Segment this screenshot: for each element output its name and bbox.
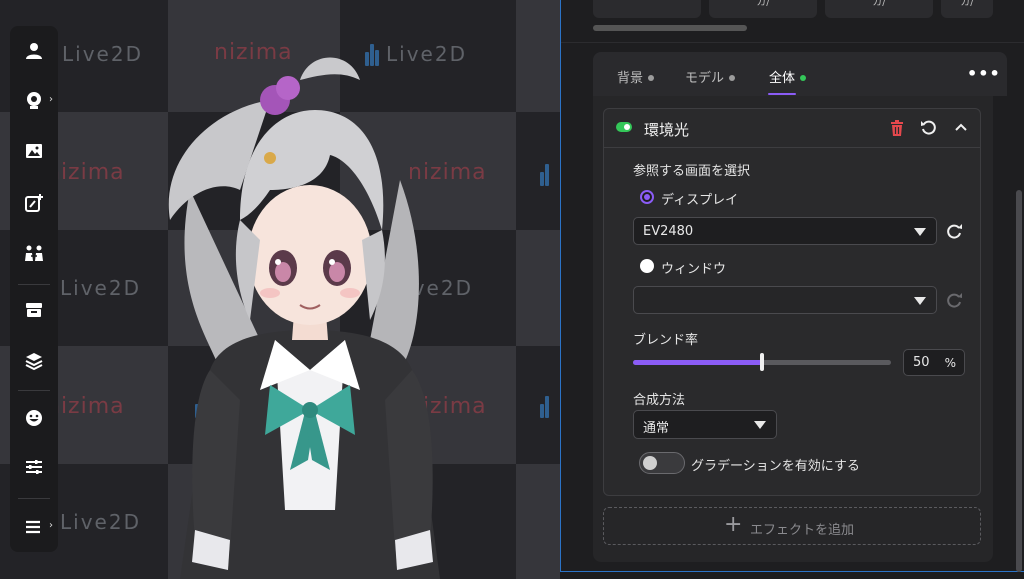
vertical-scrollbar-thumb[interactable] <box>1016 190 1022 572</box>
section-divider <box>561 42 1024 43</box>
display-radio-label: ディスプレイ <box>661 193 739 208</box>
left-toolbar: › › <box>10 26 58 552</box>
blend-rate-input[interactable]: 50 % <box>903 349 965 376</box>
effect-scope-tabs: 背景 モデル 全体 <box>593 52 1007 96</box>
status-dot <box>648 74 655 81</box>
toolbar-expression-button[interactable] <box>10 398 58 438</box>
live2d-watermark: Live2D <box>62 42 143 66</box>
dropdown-caret-icon <box>754 421 766 429</box>
status-dot <box>729 74 736 81</box>
tab-model[interactable]: モデル <box>685 67 736 86</box>
preset-card[interactable]: ガ/ <box>941 0 993 18</box>
toolbar-divider <box>18 498 50 499</box>
status-dot <box>800 74 807 81</box>
refresh-icon[interactable] <box>945 291 963 309</box>
add-effect-button[interactable]: + エフェクトを追加 <box>603 507 981 545</box>
window-radio[interactable] <box>640 259 654 273</box>
toolbar-add-item-button[interactable] <box>10 183 58 223</box>
more-options-button[interactable]: ••• <box>967 64 1001 83</box>
trash-icon[interactable] <box>888 119 906 137</box>
tab-background[interactable]: 背景 <box>617 67 655 86</box>
window-select[interactable] <box>633 286 937 314</box>
card-divider <box>604 147 980 148</box>
plus-icon: + <box>724 512 743 537</box>
preset-card[interactable] <box>593 0 701 18</box>
image-icon <box>26 144 42 158</box>
anime-character-model[interactable] <box>150 40 470 579</box>
chevron-up-icon[interactable] <box>952 119 970 137</box>
composite-method-value: 通常 <box>643 421 670 436</box>
toolbar-divider <box>18 284 50 285</box>
preset-card-label: ガ/ <box>756 0 770 8</box>
toolbar-webcam-button[interactable]: › <box>10 81 58 121</box>
toolbar-user-button[interactable] <box>10 31 58 71</box>
live2d-logo-icon <box>540 396 554 418</box>
screen-source-label: 参照する画面を選択 <box>633 164 751 179</box>
backdrop-tile <box>516 0 560 112</box>
live2d-watermark: Live2D <box>60 276 141 300</box>
blend-rate-slider-fill <box>633 360 762 365</box>
effects-panel: ガ/ ガ/ ガ/ 背景 モデル 全体 ••• 環境光 参照する画面を選択 ディス… <box>560 0 1024 572</box>
model-preview-stage[interactable]: Live2D nizima Live2D nizima nizima Live2… <box>0 0 560 579</box>
blend-rate-unit: % <box>944 356 956 370</box>
backdrop-tile <box>516 464 560 579</box>
smile-face-icon <box>26 410 42 426</box>
add-effect-label: エフェクトを追加 <box>750 523 855 538</box>
composite-method-label: 合成方法 <box>633 393 686 408</box>
tab-label: 背景 <box>617 71 644 86</box>
live2d-logo-icon <box>540 164 554 186</box>
preset-card[interactable]: ガ/ <box>709 0 817 18</box>
toolbar-divider <box>18 390 50 391</box>
preset-card-label: ガ/ <box>872 0 886 8</box>
submenu-arrow-icon: › <box>49 94 53 105</box>
blend-rate-label: ブレンド率 <box>633 333 699 348</box>
effect-enable-toggle[interactable] <box>616 122 632 132</box>
preset-card[interactable]: ガ/ <box>825 0 933 18</box>
display-select[interactable]: EV2480 <box>633 217 937 245</box>
toolbar-menu-button[interactable]: › <box>10 507 58 547</box>
reset-icon[interactable] <box>920 119 938 137</box>
gradient-toggle[interactable] <box>639 452 685 474</box>
gradient-toggle-label: グラデーションを有効にする <box>691 459 860 474</box>
refresh-icon[interactable] <box>945 222 963 240</box>
blend-rate-slider-thumb[interactable] <box>760 353 764 371</box>
layers-icon <box>25 353 43 371</box>
dropdown-caret-icon <box>914 228 926 236</box>
add-sticker-icon <box>25 194 43 212</box>
sliders-icon <box>26 460 42 474</box>
composite-method-select[interactable]: 通常 <box>633 410 777 439</box>
submenu-arrow-icon: › <box>49 520 53 531</box>
horizontal-scrollbar-thumb[interactable] <box>593 25 747 31</box>
tab-label: 全体 <box>769 71 796 86</box>
active-tab-indicator <box>768 93 796 95</box>
toolbar-layers-button[interactable] <box>10 341 58 381</box>
dropdown-caret-icon <box>914 297 926 305</box>
menu-icon <box>26 520 40 534</box>
people-icon <box>25 245 43 261</box>
toolbar-background-image-button[interactable] <box>10 131 58 171</box>
preset-card-label: ガ/ <box>960 0 974 8</box>
tab-global[interactable]: 全体 <box>769 67 807 86</box>
toolbar-collab-button[interactable] <box>10 233 58 273</box>
blend-rate-value: 50 <box>913 355 930 370</box>
display-select-value: EV2480 <box>643 224 694 239</box>
window-radio-label: ウィンドウ <box>661 262 727 277</box>
inbox-icon <box>26 303 42 317</box>
effect-title: 環境光 <box>644 121 690 139</box>
tab-label: モデル <box>685 71 725 86</box>
webcam-icon <box>27 92 41 109</box>
toolbar-settings-button[interactable] <box>10 447 58 487</box>
backdrop-tile <box>516 230 560 346</box>
user-icon <box>26 43 42 59</box>
toolbar-inventory-button[interactable] <box>10 290 58 330</box>
live2d-watermark: Live2D <box>60 510 141 534</box>
display-radio[interactable] <box>640 190 654 204</box>
